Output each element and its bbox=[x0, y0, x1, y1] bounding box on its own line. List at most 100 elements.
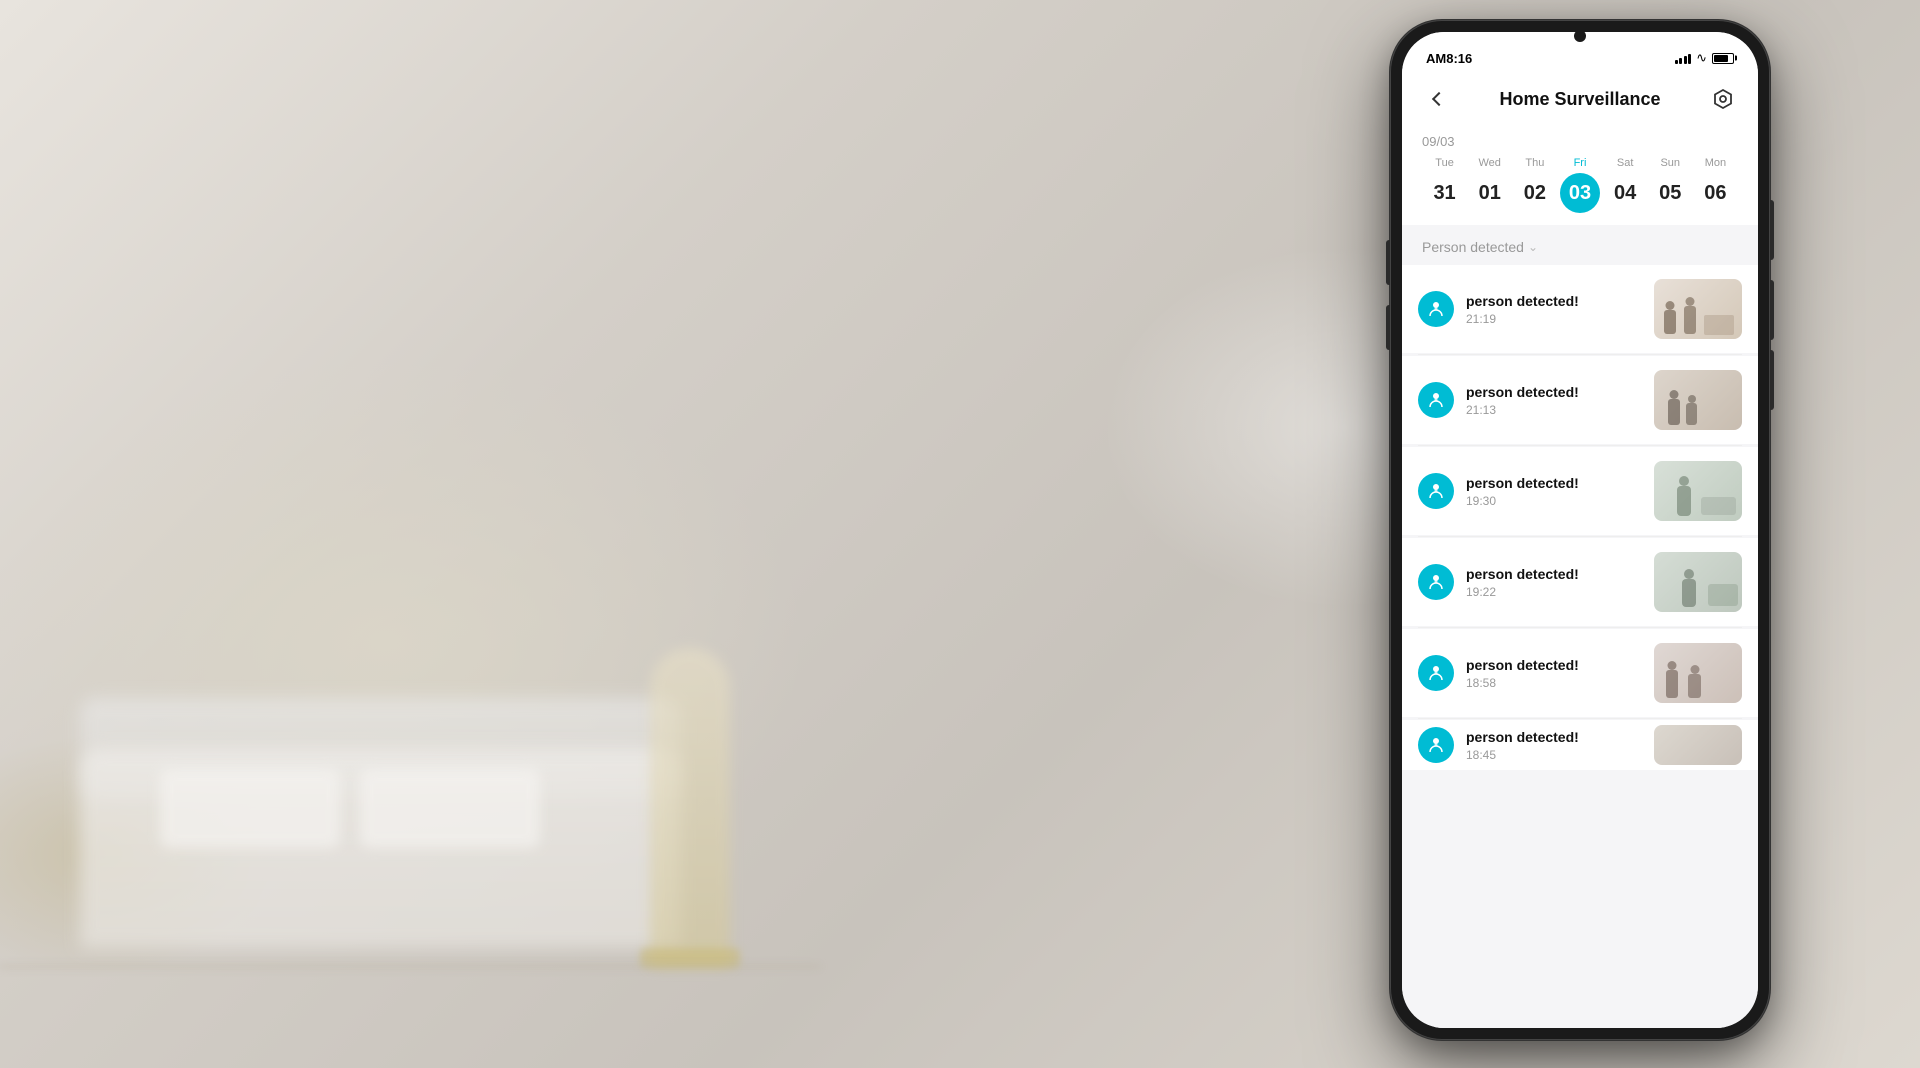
event-title-1: person detected! bbox=[1466, 293, 1642, 309]
settings-button[interactable] bbox=[1708, 84, 1738, 114]
thumb-scene-2 bbox=[1654, 370, 1742, 430]
event-title-4: person detected! bbox=[1466, 566, 1642, 582]
app-header: Home Surveillance bbox=[1402, 76, 1758, 126]
separator-1 bbox=[1418, 354, 1742, 355]
event-time-3: 19:30 bbox=[1466, 494, 1642, 508]
event-title-5: person detected! bbox=[1466, 657, 1642, 673]
event-icon-2 bbox=[1418, 382, 1454, 418]
back-chevron-icon bbox=[1432, 92, 1446, 106]
thumb-scene-5 bbox=[1654, 643, 1742, 703]
event-time-2: 21:13 bbox=[1466, 403, 1642, 417]
event-info-2: person detected! 21:13 bbox=[1466, 384, 1642, 417]
event-icon-4 bbox=[1418, 564, 1454, 600]
separator-3 bbox=[1418, 536, 1742, 537]
event-item-3[interactable]: person detected! 19:30 bbox=[1402, 447, 1758, 535]
event-icon-6 bbox=[1418, 727, 1454, 763]
event-list: person detected! 21:19 bbox=[1402, 265, 1758, 770]
separator-4 bbox=[1418, 627, 1742, 628]
filter-label[interactable]: Person detected ⌄ bbox=[1422, 239, 1538, 255]
floor-lamp bbox=[650, 648, 730, 968]
event-time-1: 21:19 bbox=[1466, 312, 1642, 326]
date-label: 09/03 bbox=[1422, 134, 1738, 149]
calendar-day-tue31[interactable]: Tue 31 bbox=[1425, 157, 1465, 213]
event-thumb-5 bbox=[1654, 643, 1742, 703]
event-info-6: person detected! 18:45 bbox=[1466, 729, 1642, 762]
event-info-1: person detected! 21:19 bbox=[1466, 293, 1642, 326]
thumb-scene-1 bbox=[1654, 279, 1742, 339]
event-title-2: person detected! bbox=[1466, 384, 1642, 400]
hexagon-icon bbox=[1712, 88, 1734, 110]
sofa-cushion-left bbox=[160, 768, 340, 848]
camera-notch bbox=[1574, 30, 1586, 42]
day-name: Sat bbox=[1617, 157, 1634, 169]
day-num: 05 bbox=[1650, 173, 1690, 213]
calendar-day-wed01[interactable]: Wed 01 bbox=[1470, 157, 1510, 213]
status-time: AM8:16 bbox=[1426, 51, 1472, 66]
thumb-scene-6 bbox=[1654, 725, 1742, 765]
event-thumb-1 bbox=[1654, 279, 1742, 339]
day-num: 02 bbox=[1515, 173, 1555, 213]
event-info-3: person detected! 19:30 bbox=[1466, 475, 1642, 508]
calendar-day-sat04[interactable]: Sat 04 bbox=[1605, 157, 1645, 213]
person-detected-icon bbox=[1427, 664, 1445, 682]
sofa-cushion-right bbox=[360, 768, 540, 848]
day-num: 04 bbox=[1605, 173, 1645, 213]
person-detected-icon bbox=[1427, 736, 1445, 754]
calendar-day-mon06[interactable]: Mon 06 bbox=[1695, 157, 1735, 213]
event-time-6: 18:45 bbox=[1466, 748, 1642, 762]
event-info-5: person detected! 18:58 bbox=[1466, 657, 1642, 690]
calendar-strip: Tue 31 Wed 01 Thu 02 Fri 03 bbox=[1422, 157, 1738, 225]
calendar-day-fri03[interactable]: Fri 03 bbox=[1560, 157, 1600, 213]
event-info-4: person detected! 19:22 bbox=[1466, 566, 1642, 599]
day-name: Thu bbox=[1525, 157, 1544, 169]
event-item-4[interactable]: person detected! 19:22 bbox=[1402, 538, 1758, 626]
day-num: 03 bbox=[1560, 173, 1600, 213]
filter-chevron-icon: ⌄ bbox=[1528, 240, 1538, 254]
event-item-5[interactable]: person detected! 18:58 bbox=[1402, 629, 1758, 717]
day-name: Fri bbox=[1574, 157, 1587, 169]
wifi-icon: ∿ bbox=[1696, 50, 1707, 66]
day-num: 31 bbox=[1425, 173, 1465, 213]
content-area: Person detected ⌄ bbox=[1402, 225, 1758, 1028]
event-icon-1 bbox=[1418, 291, 1454, 327]
day-num: 06 bbox=[1695, 173, 1735, 213]
status-icons: ∿ bbox=[1675, 50, 1734, 66]
event-thumb-4 bbox=[1654, 552, 1742, 612]
filter-row[interactable]: Person detected ⌄ bbox=[1402, 225, 1758, 265]
person-detected-icon bbox=[1427, 300, 1445, 318]
phone-outer: AM8:16 ∿ bbox=[1390, 20, 1770, 1040]
person-detected-icon bbox=[1427, 391, 1445, 409]
date-section: 09/03 Tue 31 Wed 01 Thu 02 bbox=[1402, 126, 1758, 225]
event-icon-5 bbox=[1418, 655, 1454, 691]
event-thumb-2 bbox=[1654, 370, 1742, 430]
event-time-4: 19:22 bbox=[1466, 585, 1642, 599]
calendar-day-thu02[interactable]: Thu 02 bbox=[1515, 157, 1555, 213]
person-detected-icon bbox=[1427, 573, 1445, 591]
calendar-day-sun05[interactable]: Sun 05 bbox=[1650, 157, 1690, 213]
day-num: 01 bbox=[1470, 173, 1510, 213]
phone-screen: AM8:16 ∿ bbox=[1402, 32, 1758, 1028]
back-button[interactable] bbox=[1422, 84, 1452, 114]
event-item-6-partial[interactable]: person detected! 18:45 bbox=[1402, 720, 1758, 770]
day-name: Sun bbox=[1660, 157, 1680, 169]
floor-line bbox=[0, 965, 820, 968]
event-time-5: 18:58 bbox=[1466, 676, 1642, 690]
separator-2 bbox=[1418, 445, 1742, 446]
signal-icon bbox=[1675, 52, 1692, 64]
event-title-6: person detected! bbox=[1466, 729, 1642, 745]
phone: AM8:16 ∿ bbox=[1390, 20, 1770, 1040]
event-thumb-6 bbox=[1654, 725, 1742, 765]
day-name: Mon bbox=[1705, 157, 1726, 169]
battery-icon bbox=[1712, 53, 1734, 64]
battery-fill bbox=[1714, 55, 1728, 62]
page-title: Home Surveillance bbox=[1499, 89, 1660, 110]
person-detected-icon bbox=[1427, 482, 1445, 500]
event-thumb-3 bbox=[1654, 461, 1742, 521]
event-item-2[interactable]: person detected! 21:13 bbox=[1402, 356, 1758, 444]
event-item-1[interactable]: person detected! 21:19 bbox=[1402, 265, 1758, 353]
thumb-scene-3 bbox=[1654, 461, 1742, 521]
event-icon-3 bbox=[1418, 473, 1454, 509]
separator-5 bbox=[1418, 718, 1742, 719]
event-title-3: person detected! bbox=[1466, 475, 1642, 491]
thumb-scene-4 bbox=[1654, 552, 1742, 612]
